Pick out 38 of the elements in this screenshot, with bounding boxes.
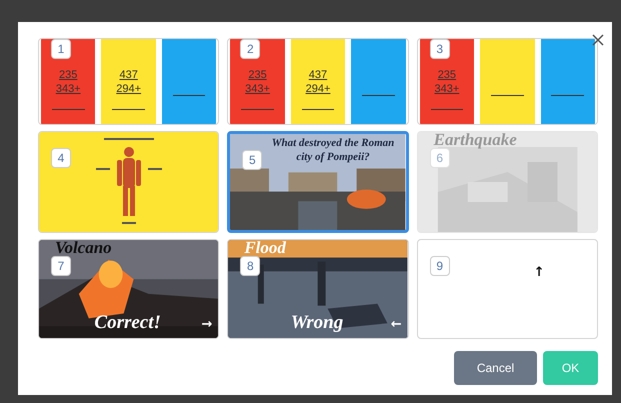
slide-thumbnail[interactable]: 5 What destroyed the Roman city of Pompeii? — [227, 131, 409, 233]
sum-number: 343+ — [245, 83, 270, 95]
slide-number: 2 — [240, 39, 260, 59]
slide-number: 6 — [430, 148, 450, 168]
sum-number: 235 — [248, 69, 267, 81]
cancel-button[interactable]: Cancel — [454, 351, 537, 385]
slide-thumbnail[interactable]: 9 ↑ — [416, 239, 598, 339]
arrow-glyph: ↑ — [534, 266, 545, 280]
sum-number: 437 — [119, 69, 138, 81]
slide-heading: Earthquake — [434, 132, 517, 150]
arrow-glyph: → — [201, 318, 212, 332]
slide-number: 5 — [242, 150, 262, 170]
slide-number: 3 — [430, 39, 450, 59]
slide-thumbnail[interactable]: 3 235 343+ — [416, 38, 598, 125]
sum-number: 437 — [308, 69, 328, 81]
slide-thumbnail[interactable]: 2 235 343+ 437 294+ — [227, 38, 409, 125]
slide-number: 7 — [51, 256, 71, 276]
slide-heading: Volcano — [55, 240, 112, 258]
slide-number: 4 — [51, 148, 71, 168]
sum-number: 235 — [59, 69, 78, 81]
close-icon[interactable] — [592, 34, 604, 46]
sum-number: 343+ — [56, 83, 81, 95]
slide-title: What destroyed the Roman city of Pompeii? — [270, 136, 396, 164]
slide-thumbnail[interactable]: 4 — [38, 131, 220, 233]
slide-heading: Flood — [244, 240, 286, 258]
slide-number: 1 — [51, 39, 71, 59]
slide-caption: Wrong — [290, 312, 344, 334]
slide-thumbnail[interactable]: 1 235 343+ 437 294+ — [38, 38, 220, 125]
slide-number: 8 — [240, 256, 260, 276]
sum-number: 294+ — [116, 83, 142, 95]
slide-thumbnail[interactable]: 8 Flood Wrong ← — [227, 239, 409, 339]
slide-thumbnail[interactable]: 7 Volcano Correct! → — [38, 239, 220, 339]
slide-number: 9 — [430, 256, 450, 276]
sum-number: 235 — [438, 69, 456, 81]
sum-number: 294+ — [306, 83, 330, 95]
slide-caption: Correct! — [93, 312, 162, 334]
arrow-glyph: ← — [390, 318, 402, 332]
sum-number: 343+ — [434, 83, 460, 95]
